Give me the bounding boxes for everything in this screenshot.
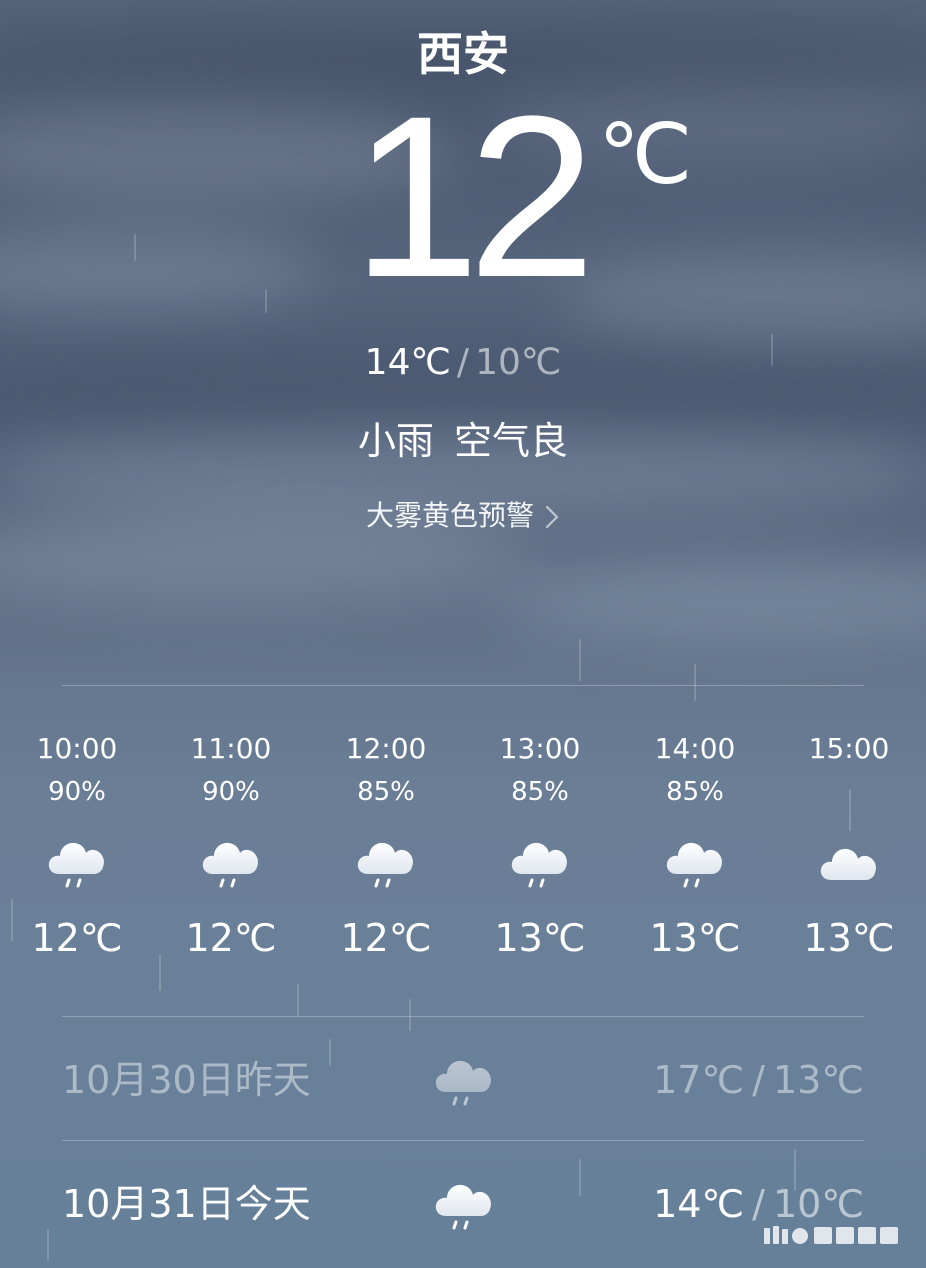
cloud-rain-icon [199,832,263,896]
day-separator: / [752,1058,765,1102]
hour-temp: 13℃ [649,916,741,960]
divider [62,685,864,686]
weather-condition: 小雨 [357,419,434,463]
hour-item: 13:00 85% 13℃ [465,726,615,968]
hour-time: 14:00 [654,732,736,765]
hour-temp: 13℃ [494,916,586,960]
chevron-right-icon [545,505,559,529]
watermark-logo [764,1226,898,1244]
temperature-value: 12 [352,68,596,325]
day-high: 17℃ [653,1058,745,1102]
condition-line: 小雨 空气良 [0,414,926,468]
hour-item: 11:00 90% 12℃ [156,726,306,968]
hour-temp: 12℃ [340,916,432,960]
hour-precip: 85% [511,777,569,807]
temperature-unit: ℃ [598,107,693,201]
hour-precip: 90% [202,777,260,807]
cloud-rain-icon [432,1174,496,1238]
day-label: 10月31日今天 [62,1182,311,1226]
cloud-rain-icon [354,832,418,896]
low-temp: 10℃ [475,342,562,383]
air-quality[interactable]: 空气良 [454,419,568,463]
hour-precip: 90% [48,777,106,807]
day-separator: / [752,1182,765,1226]
hour-time: 11:00 [190,732,272,765]
high-low-temperature: 14℃/10℃ [0,338,926,388]
divider [62,1140,864,1141]
cloud-rain-icon [663,832,727,896]
hour-item: 14:00 85% 13℃ [620,726,770,968]
hour-precip [774,772,924,812]
hour-item: 12:00 85% 12℃ [311,726,461,968]
high-temp: 14℃ [364,342,451,383]
hour-item: 15:00 13℃ [774,726,924,968]
hour-item: 10:00 90% 12℃ [2,726,152,968]
hour-temp: 13℃ [803,916,895,960]
hour-time: 10:00 [36,732,118,765]
day-temp-range: 17℃/13℃ [653,1050,864,1110]
cloud-rain-icon [432,1050,496,1114]
divider [62,1016,864,1017]
hour-time: 12:00 [345,732,427,765]
cloud-rain-icon [45,832,109,896]
daily-row-today[interactable]: 10月31日今天 14℃/10℃ [62,1144,864,1264]
hour-time: 13:00 [499,732,581,765]
day-label: 10月30日昨天 [62,1058,311,1102]
alert-label: 大雾黄色预警 [365,499,534,532]
hour-temp: 12℃ [31,916,123,960]
hour-precip: 85% [666,777,724,807]
day-low: 10℃ [772,1182,864,1226]
daily-row-yesterday[interactable]: 10月30日昨天 17℃/13℃ [62,1020,864,1140]
hourly-forecast[interactable]: 10:00 90% 12℃ 11:00 90% 12℃ 12:00 85% 12… [0,726,926,986]
day-high: 14℃ [653,1182,745,1226]
hour-precip: 85% [357,777,415,807]
temp-separator: / [456,342,470,383]
hour-temp: 12℃ [185,916,277,960]
hour-time: 15:00 [808,732,890,765]
current-temperature: 12 ℃ [0,68,926,325]
cloud-icon [817,832,881,896]
day-low: 13℃ [772,1058,864,1102]
weather-alert[interactable]: 大雾黄色预警 [0,494,926,538]
cloud-rain-icon [508,832,572,896]
